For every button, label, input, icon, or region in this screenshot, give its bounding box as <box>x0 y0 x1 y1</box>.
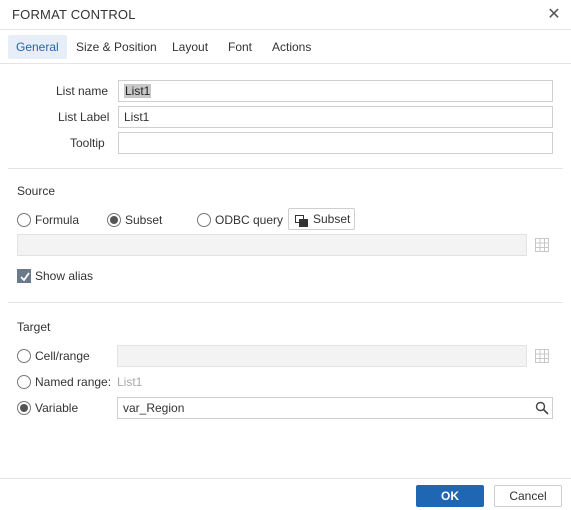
list-name-label: List name <box>56 84 109 98</box>
subset-button-label: Subset <box>313 212 351 226</box>
source-input <box>17 234 527 256</box>
named-range-value: List1 <box>117 375 143 389</box>
subset-radio[interactable] <box>107 213 121 227</box>
variable-label[interactable]: Variable <box>35 401 78 415</box>
divider <box>8 302 563 303</box>
odbc-query-radio[interactable] <box>197 213 211 227</box>
grid-icon[interactable] <box>535 238 549 252</box>
cell-range-label[interactable]: Cell/range <box>35 349 90 363</box>
close-icon[interactable]: ✕ <box>545 6 563 24</box>
list-label-value: List1 <box>124 110 150 124</box>
variable-input[interactable]: var_Region <box>117 397 553 419</box>
cell-range-input <box>117 345 527 367</box>
subset-radio-label[interactable]: Subset <box>125 213 162 227</box>
source-section-title: Source <box>17 184 56 198</box>
tab-layout[interactable]: Layout <box>164 35 216 59</box>
tooltip-label: Tooltip <box>70 136 105 150</box>
dialog-footer: OK Cancel <box>0 478 571 510</box>
ok-button[interactable]: OK <box>416 485 484 507</box>
tab-general[interactable]: General <box>8 35 67 59</box>
list-name-input[interactable]: List1 <box>118 80 553 102</box>
list-name-value: List1 <box>124 84 152 98</box>
variable-radio[interactable] <box>17 401 31 415</box>
named-range-label[interactable]: Named range: <box>35 375 111 389</box>
formula-radio[interactable] <box>17 213 31 227</box>
tab-font[interactable]: Font <box>220 35 260 59</box>
tab-bar: General Size & Position Layout Font Acti… <box>0 31 571 64</box>
search-icon[interactable] <box>535 401 549 415</box>
list-label-label: List Label <box>58 110 110 124</box>
target-section-title: Target <box>17 320 51 334</box>
tooltip-input[interactable] <box>118 132 553 154</box>
formula-radio-label[interactable]: Formula <box>35 213 79 227</box>
variable-value: var_Region <box>123 401 185 415</box>
named-range-radio[interactable] <box>17 375 31 389</box>
dialog-titlebar: FORMAT CONTROL ✕ <box>0 0 571 30</box>
list-label-input[interactable]: List1 <box>118 106 553 128</box>
odbc-query-radio-label[interactable]: ODBC query <box>215 213 283 227</box>
grid-icon[interactable] <box>535 349 549 363</box>
show-alias-label[interactable]: Show alias <box>35 269 93 283</box>
cell-range-radio[interactable] <box>17 349 31 363</box>
divider <box>8 168 563 169</box>
tab-actions[interactable]: Actions <box>264 35 319 59</box>
dialog-title: FORMAT CONTROL <box>12 7 136 22</box>
show-alias-checkbox[interactable] <box>17 269 31 283</box>
cancel-button[interactable]: Cancel <box>494 485 562 507</box>
subset-icon <box>295 213 308 233</box>
tab-size-position[interactable]: Size & Position <box>68 35 165 59</box>
subset-button[interactable]: Subset <box>288 208 355 230</box>
